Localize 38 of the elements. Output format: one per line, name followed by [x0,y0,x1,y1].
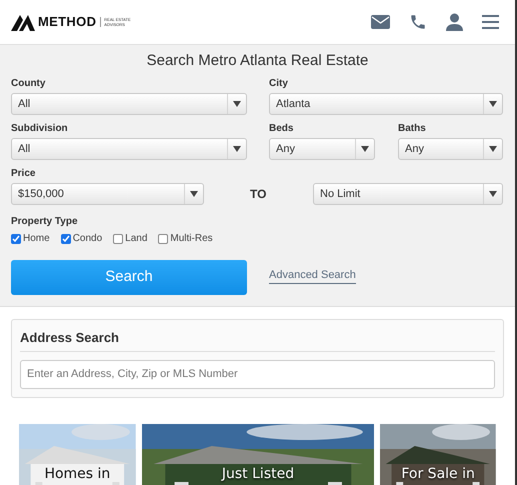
field-label: Property Type [11,215,78,229]
field-label: County [11,77,46,91]
dropdown[interactable]: Any [398,138,503,160]
menu-icon[interactable] [482,15,499,29]
checkbox-option[interactable]: Condo [60,231,102,246]
dropdown[interactable]: All [11,138,247,160]
dropdown[interactable]: $150,000 [11,183,204,205]
caret-icon [489,191,497,197]
field-label: Price [11,167,36,181]
range-separator: TO [250,186,268,203]
caret-icon [489,101,497,107]
logo-name: METHOD [38,13,96,32]
checkbox-option[interactable]: Home [11,231,50,246]
field-label: Baths [398,122,427,136]
dropdown[interactable]: No Limit [313,183,503,205]
user-icon[interactable] [446,13,463,31]
field-label: Beds [269,122,294,136]
advanced-search-link[interactable]: Advanced Search [269,266,356,284]
caret-icon [190,191,198,197]
caret-icon [233,101,241,107]
form-title: Search Metro Atlanta Real Estate [146,51,370,71]
caret-icon [233,146,241,152]
caret-icon [361,146,369,152]
field-label: Subdivision [11,122,69,136]
logo-icon [11,13,35,31]
checkbox-option[interactable]: Land [113,231,148,246]
mail-icon[interactable] [371,15,390,29]
dropdown[interactable]: Atlanta [269,93,503,115]
caret-icon [489,146,497,152]
address-field[interactable]: Enter an Address, City, Zip or MLS Number [20,360,495,388]
card-title: Address Search [20,328,495,352]
checkbox[interactable] [113,234,124,244]
dropdown[interactable]: All [11,93,247,115]
field-label: City [269,77,289,91]
checkbox[interactable] [158,234,168,244]
checkbox-option[interactable]: Multi-Res [158,231,213,246]
phone-icon[interactable] [409,13,427,31]
dropdown[interactable]: Any [269,138,375,160]
